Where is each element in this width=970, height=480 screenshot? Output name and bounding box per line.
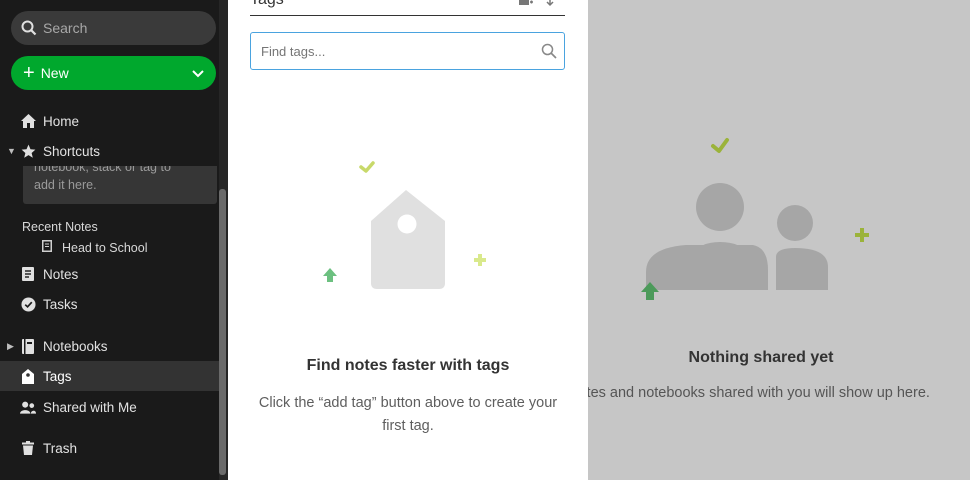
find-tags-input[interactable] — [250, 32, 565, 70]
sidebar-item-label: Tasks — [43, 296, 78, 312]
notebook-icon — [20, 338, 36, 354]
person-small-head — [777, 205, 813, 241]
shared-empty-title: Nothing shared yet — [688, 349, 834, 366]
sidebar-item-trash[interactable]: Trash — [0, 433, 219, 463]
sidebar-item-label: Notebooks — [43, 338, 108, 354]
tags-panel-title: Tags — [250, 0, 284, 9]
new-button-label: New — [40, 65, 69, 81]
header-actions — [519, 0, 555, 7]
plus-icon — [474, 254, 486, 266]
tags-empty-title: Find notes faster with tags — [306, 357, 510, 374]
trash-icon — [20, 440, 36, 456]
tag-icon — [20, 368, 36, 384]
sidebar: Search + New Home ▼ Shortcuts notebook, … — [0, 0, 228, 480]
tags-empty-text: Click the “add tag” button above to crea… — [258, 395, 558, 434]
search-placeholder: Search — [43, 20, 88, 36]
add-tag-icon[interactable] — [519, 0, 533, 7]
home-icon — [20, 113, 36, 129]
search-icon — [21, 20, 37, 36]
tags-empty-illustration — [323, 161, 486, 289]
tags-panel-header: Tags — [250, 0, 565, 16]
sidebar-item-label: Shared with Me — [43, 399, 137, 415]
sidebar-item-home[interactable]: Home — [0, 106, 219, 136]
tag-hole — [397, 214, 417, 234]
recent-note-item[interactable]: Head to School — [42, 240, 147, 255]
sidebar-item-tags[interactable]: Tags — [0, 361, 219, 391]
shared-empty-illustration — [641, 138, 869, 300]
shared-empty-text: Notes and notebooks shared with you will… — [588, 385, 930, 401]
new-button[interactable]: + New — [11, 56, 216, 90]
recent-notes-heading: Recent Notes — [22, 220, 98, 234]
sidebar-item-label: Trash — [43, 440, 78, 456]
shortcut-tip-line1: notebook, stack or tag to — [34, 166, 171, 174]
plus-icon — [855, 228, 869, 242]
shortcuts-empty-tip: notebook, stack or tag to add it here. — [23, 166, 217, 204]
tag-illustration-icon — [371, 190, 445, 289]
search-icon — [541, 43, 557, 59]
chevron-down-icon[interactable] — [190, 65, 206, 81]
sidebar-scrollbar[interactable] — [219, 189, 226, 475]
sidebar-item-label: Shortcuts — [43, 143, 101, 159]
arrow-up-icon — [323, 268, 337, 282]
sidebar-item-label: Home — [43, 113, 80, 129]
caret-down-icon[interactable]: ▼ — [7, 146, 16, 156]
sidebar-item-notes[interactable]: Notes — [0, 259, 219, 289]
shortcut-tip-line2: add it here. — [34, 178, 97, 192]
checkmark-icon — [711, 138, 729, 153]
sidebar-item-shared[interactable]: Shared with Me — [0, 392, 219, 422]
search-input[interactable]: Search — [11, 11, 216, 45]
recent-note-label: Head to School — [62, 240, 148, 255]
caret-right-icon[interactable]: ▶ — [7, 341, 14, 352]
sidebar-item-label: Tags — [43, 368, 72, 384]
sidebar-item-shortcuts[interactable]: ▼ Shortcuts — [0, 136, 219, 166]
person-small-body — [776, 248, 828, 290]
sidebar-item-notebooks[interactable]: ▶ Notebooks — [0, 331, 219, 361]
star-icon — [20, 143, 36, 159]
person-body — [646, 245, 768, 290]
person-head — [696, 183, 744, 231]
plus-icon: + — [23, 62, 35, 84]
check-circle-icon — [20, 296, 36, 312]
people-icon — [20, 399, 36, 415]
notes-icon — [20, 266, 36, 282]
shared-panel: Nothing shared yet Notes and notebooks s… — [588, 0, 970, 480]
sidebar-item-tasks[interactable]: Tasks — [0, 289, 219, 319]
sidebar-item-label: Notes — [43, 266, 79, 282]
tags-panel: Tags Find notes faster with tags Click t… — [228, 0, 588, 480]
note-icon — [42, 240, 52, 255]
sort-icon[interactable] — [545, 0, 555, 7]
checkmark-icon — [359, 161, 375, 173]
